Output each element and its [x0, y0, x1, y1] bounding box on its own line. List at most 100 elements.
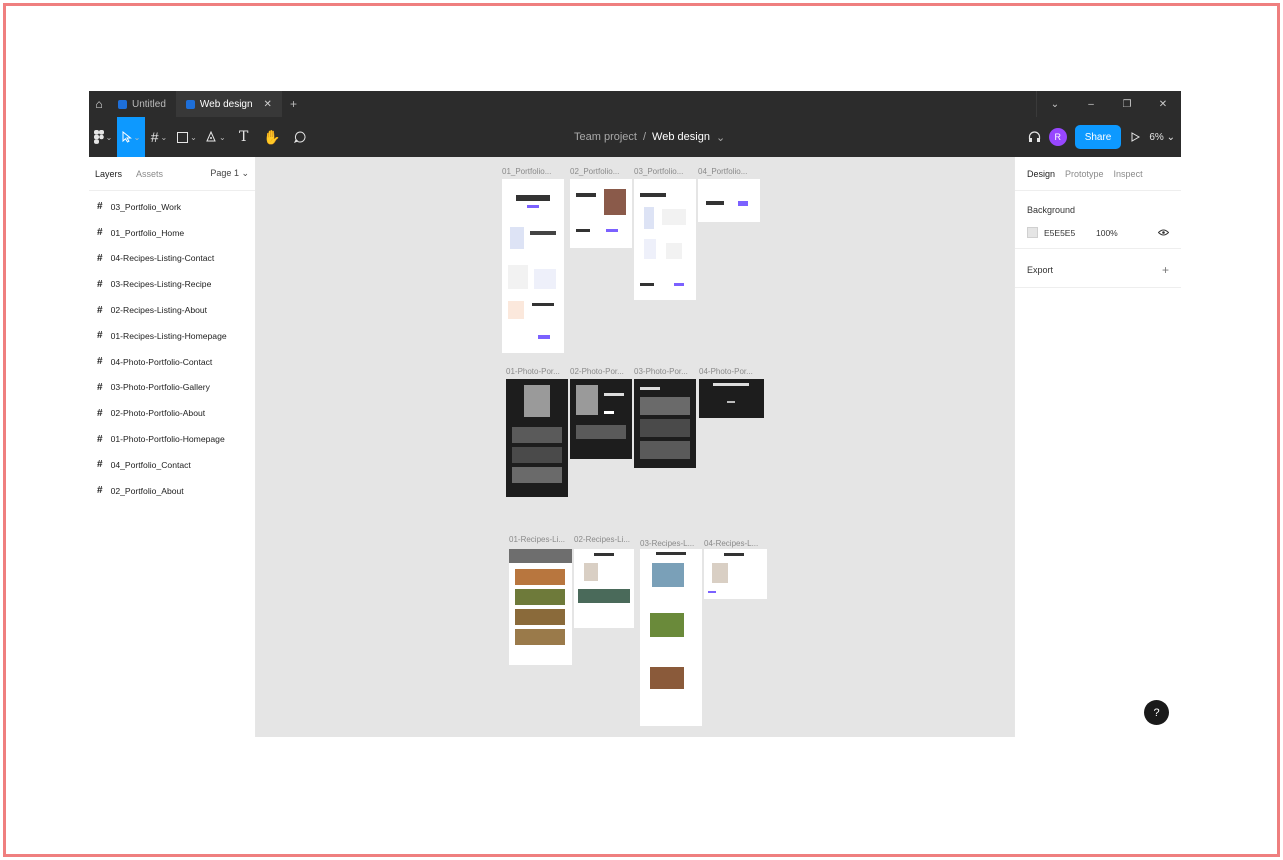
- layers-panel: Layers Assets Page 1 ⌄ #03_Portfolio_Wor…: [89, 157, 256, 737]
- layer-item[interactable]: #02-Photo-Portfolio-About: [89, 400, 255, 426]
- play-icon[interactable]: [1129, 131, 1141, 143]
- artboard-recipes-recipe[interactable]: [640, 549, 702, 726]
- add-tab-button[interactable]: +: [282, 97, 305, 111]
- artboard-title[interactable]: 03-Photo-Por...: [634, 367, 696, 376]
- layer-item[interactable]: #02_Portfolio_About: [89, 478, 255, 504]
- text-tool[interactable]: T: [230, 117, 258, 157]
- minimize-button[interactable]: –: [1073, 99, 1109, 110]
- artboard-recipes-about[interactable]: [574, 549, 634, 628]
- tab-web-design[interactable]: Web design ✕: [175, 91, 282, 117]
- layer-item[interactable]: #01-Recipes-Listing-Homepage: [89, 323, 255, 349]
- chevron-down-icon[interactable]: ⌄: [1037, 99, 1073, 110]
- artboard-title[interactable]: 03-Recipes-L...: [640, 539, 700, 548]
- canvas[interactable]: 01_Portfolio... 02_Portfolio... 03_Portf…: [256, 157, 1014, 737]
- frame-icon: #: [97, 433, 103, 445]
- artboard-title[interactable]: 01_Portfolio...: [502, 167, 564, 176]
- artboard-photo-contact[interactable]: [699, 379, 764, 418]
- layer-label: 03-Recipes-Listing-Recipe: [110, 279, 212, 290]
- artboard-photo-gallery[interactable]: [634, 379, 696, 468]
- background-section: Background E5E5E5 100%: [1015, 191, 1181, 249]
- artboard-title[interactable]: 04_Portfolio...: [698, 167, 758, 176]
- thumbnail-heading: [516, 195, 550, 201]
- eye-icon[interactable]: [1157, 228, 1170, 238]
- headphones-icon[interactable]: [1028, 131, 1041, 143]
- thumbnail-button: [674, 283, 684, 286]
- thumbnail-card: [508, 301, 524, 319]
- background-opacity-input[interactable]: 100%: [1096, 228, 1136, 238]
- thumbnail-text: [640, 283, 654, 286]
- pen-tool[interactable]: ⌄: [201, 117, 230, 157]
- artboard-portfolio-home[interactable]: [502, 179, 564, 353]
- thumbnail-text: [727, 401, 735, 403]
- artboard-title[interactable]: 02-Photo-Por...: [570, 367, 632, 376]
- frame-icon: #: [97, 201, 103, 213]
- layers-panel-tabs: Layers Assets Page 1 ⌄: [89, 157, 255, 191]
- home-icon[interactable]: ⌂: [90, 91, 108, 117]
- artboard-title[interactable]: 01-Photo-Por...: [506, 367, 568, 376]
- artboard-photo-about[interactable]: [570, 379, 632, 459]
- zoom-dropdown[interactable]: 6% ⌄: [1149, 132, 1175, 143]
- frame-tool[interactable]: # ⌄: [145, 117, 173, 157]
- close-icon[interactable]: ✕: [264, 99, 272, 110]
- frame-icon: #: [97, 485, 103, 497]
- layer-item[interactable]: #04-Photo-Portfolio-Contact: [89, 349, 255, 375]
- artboard-title[interactable]: 04-Recipes-L...: [704, 539, 766, 548]
- avatar[interactable]: R: [1048, 128, 1067, 146]
- move-tool[interactable]: ⌄: [117, 117, 145, 157]
- close-window-button[interactable]: ✕: [1145, 99, 1181, 110]
- layer-item[interactable]: #04_Portfolio_Contact: [89, 452, 255, 478]
- thumbnail-text: [640, 387, 660, 390]
- layer-item[interactable]: #03-Recipes-Listing-Recipe: [89, 271, 255, 297]
- artboard-title[interactable]: 02_Portfolio...: [570, 167, 630, 176]
- tab-inspect[interactable]: Inspect: [1114, 169, 1143, 179]
- file-name[interactable]: Web design: [652, 131, 710, 143]
- artboard-photo-homepage[interactable]: [506, 379, 568, 497]
- thumbnail-card: [644, 239, 656, 259]
- comment-tool[interactable]: [286, 117, 314, 157]
- layer-item[interactable]: #03_Portfolio_Work: [89, 194, 255, 220]
- thumbnail-button: [606, 229, 618, 232]
- layer-label: 04-Recipes-Listing-Contact: [110, 253, 215, 264]
- chevron-down-icon[interactable]: ⌄: [716, 131, 725, 144]
- layer-label: 03-Photo-Portfolio-Gallery: [110, 382, 210, 393]
- tab-assets[interactable]: Assets: [136, 169, 163, 179]
- artboard-portfolio-about[interactable]: [570, 179, 632, 248]
- thumbnail-text: [706, 201, 724, 205]
- tab-layers[interactable]: Layers: [95, 169, 122, 179]
- layer-item[interactable]: #01-Photo-Portfolio-Homepage: [89, 426, 255, 452]
- share-button[interactable]: Share: [1074, 125, 1122, 149]
- thumbnail-gallery: [512, 467, 562, 483]
- tab-untitled[interactable]: Untitled: [108, 91, 176, 117]
- artboard-portfolio-work[interactable]: [634, 179, 696, 300]
- layer-label: 03_Portfolio_Work: [110, 201, 182, 212]
- artboard-title[interactable]: 02-Recipes-Li...: [574, 535, 634, 544]
- artboard-recipes-contact[interactable]: [704, 549, 767, 599]
- color-swatch[interactable]: [1027, 227, 1038, 238]
- thumbnail-food: [515, 609, 565, 625]
- artboard-title[interactable]: 04-Photo-Por...: [699, 367, 761, 376]
- page-selector[interactable]: Page 1 ⌄: [210, 168, 249, 179]
- hand-tool[interactable]: ✋: [258, 117, 286, 157]
- thumbnail-text: [576, 193, 596, 197]
- thumbnail-text: [532, 303, 554, 306]
- tab-design[interactable]: Design: [1027, 169, 1055, 179]
- thumbnail-card: [666, 243, 682, 259]
- artboard-title[interactable]: 03_Portfolio...: [634, 167, 694, 176]
- layer-item[interactable]: #03-Photo-Portfolio-Gallery: [89, 375, 255, 401]
- thumbnail-gallery: [640, 397, 690, 415]
- add-export-button[interactable]: +: [1162, 263, 1169, 277]
- background-hex-input[interactable]: E5E5E5: [1044, 228, 1096, 238]
- artboard-title[interactable]: 01-Recipes-Li...: [509, 535, 571, 544]
- layer-item[interactable]: #01_Portfolio_Home: [89, 220, 255, 246]
- project-name[interactable]: Team project: [574, 131, 637, 143]
- help-button[interactable]: ?: [1144, 700, 1169, 725]
- maximize-button[interactable]: ❐: [1109, 99, 1145, 110]
- shape-tool[interactable]: ⌄: [173, 117, 201, 157]
- frame-icon: #: [97, 381, 103, 393]
- layer-item[interactable]: #04-Recipes-Listing-Contact: [89, 246, 255, 272]
- layer-item[interactable]: #02-Recipes-Listing-About: [89, 297, 255, 323]
- artboard-recipes-homepage[interactable]: [509, 549, 572, 665]
- main-menu-button[interactable]: ⌄: [89, 117, 117, 157]
- tab-prototype[interactable]: Prototype: [1065, 169, 1104, 179]
- artboard-portfolio-contact[interactable]: [698, 179, 760, 222]
